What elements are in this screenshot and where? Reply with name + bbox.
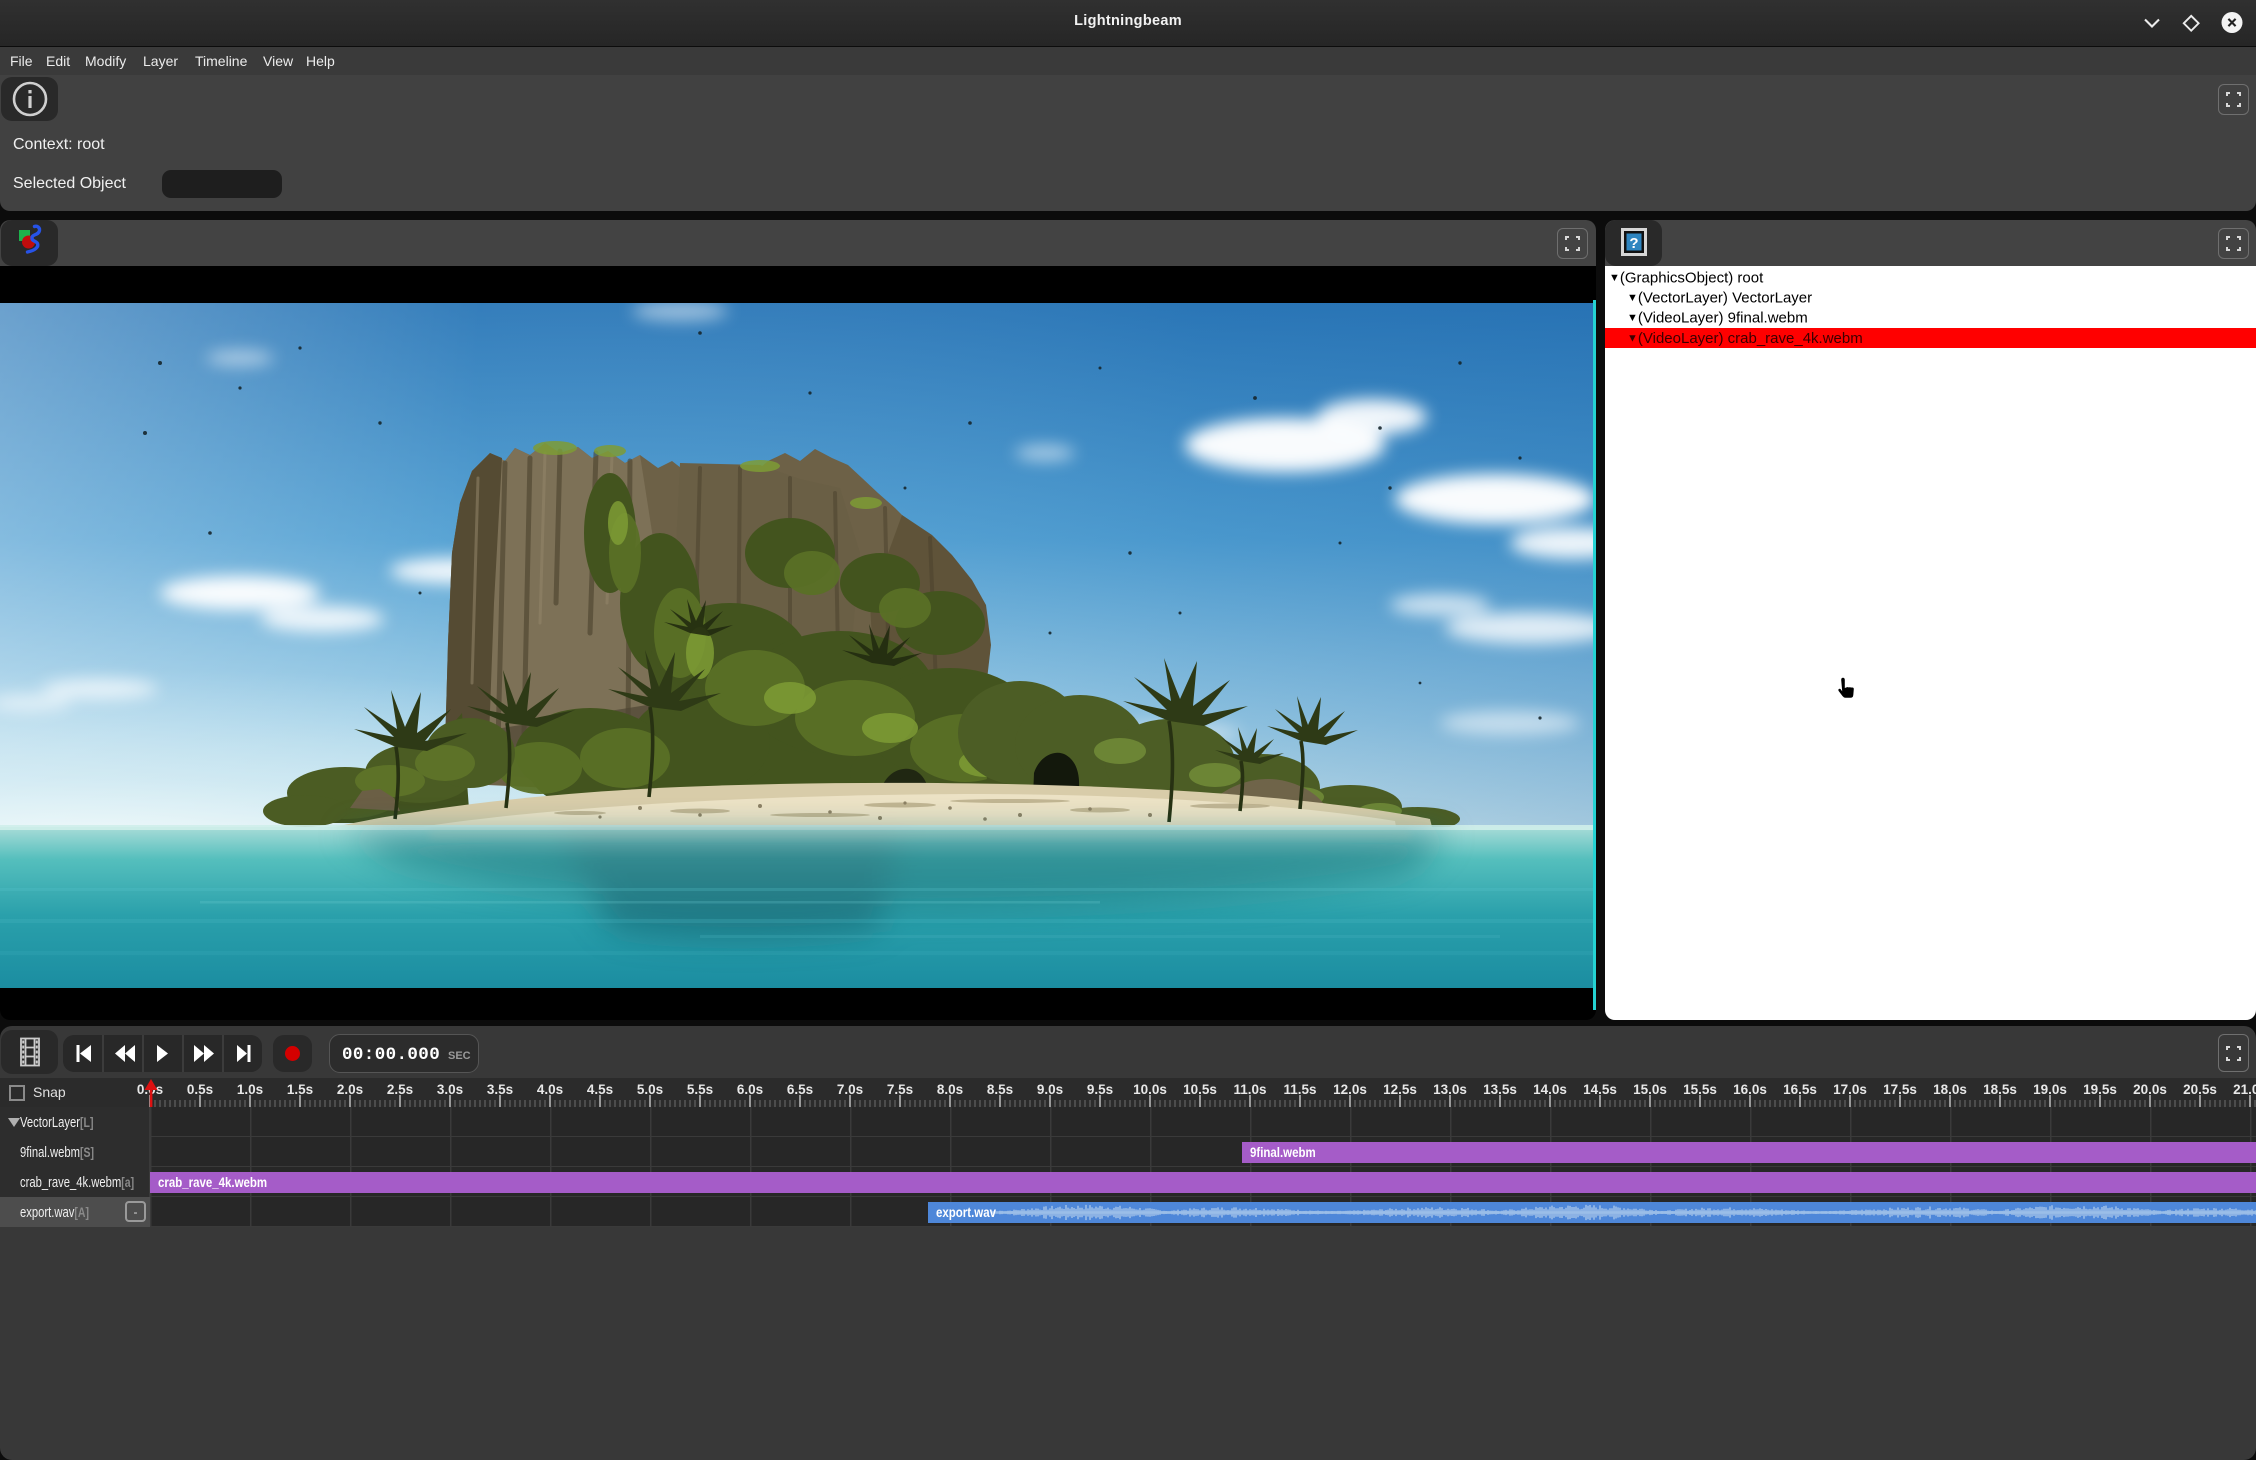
svg-text:?: ? [1629, 235, 1638, 252]
